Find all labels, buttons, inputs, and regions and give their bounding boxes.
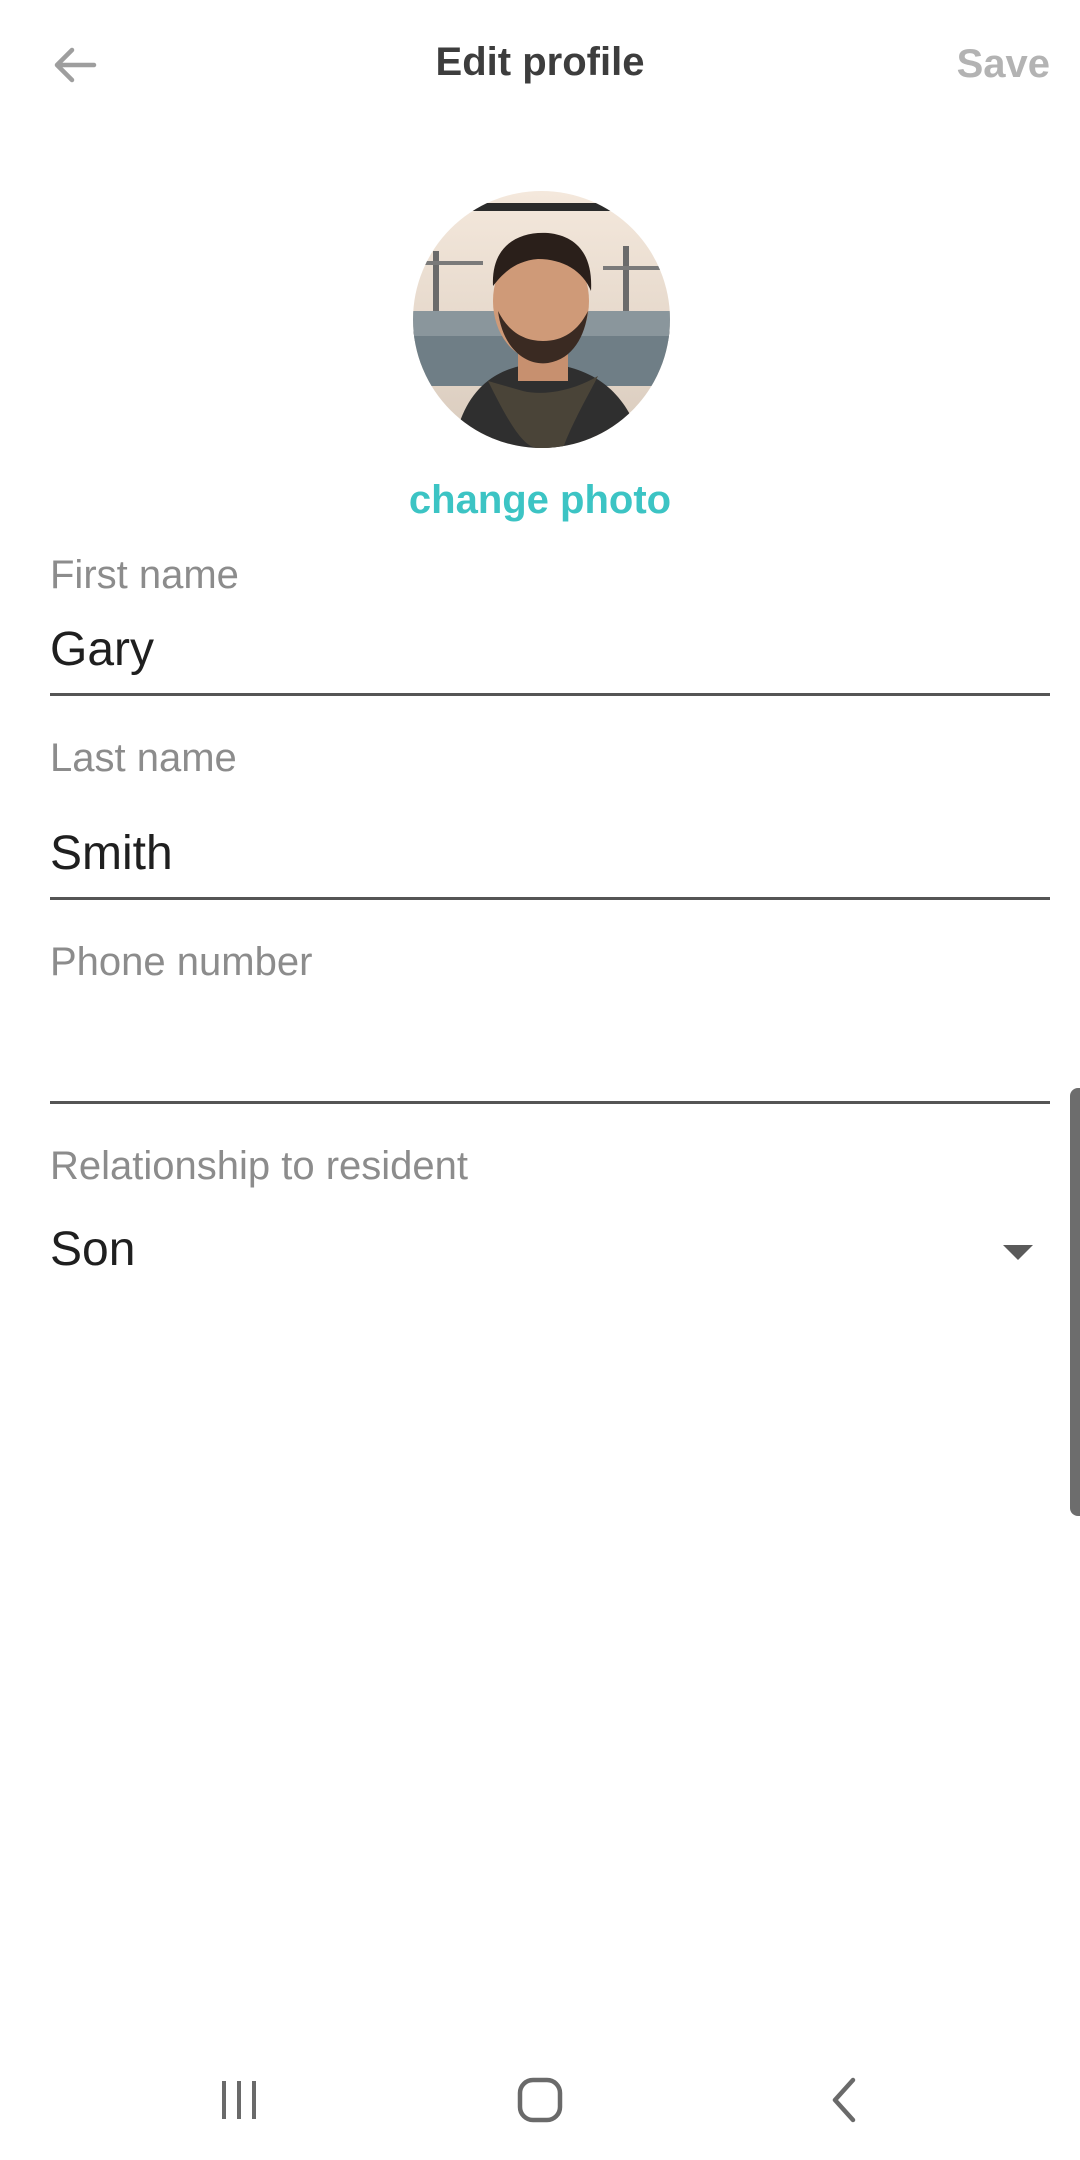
first-name-input[interactable] [50, 606, 1050, 696]
dropdown-arrow-icon [1003, 1245, 1033, 1260]
phone-number-label: Phone number [50, 940, 313, 984]
relationship-label: Relationship to resident [50, 1144, 469, 1188]
scrollbar[interactable] [1070, 1088, 1080, 1516]
save-button[interactable]: Save [957, 42, 1050, 87]
relationship-value: Son [50, 1223, 136, 1276]
nav-back-icon [832, 2077, 856, 2123]
relationship-select[interactable] [30, 1200, 1060, 1300]
last-name-input[interactable] [50, 810, 1050, 900]
last-name-label: Last name [50, 736, 237, 780]
phone-number-input[interactable] [50, 1014, 1050, 1104]
home-icon [517, 2077, 563, 2123]
recents-button[interactable] [209, 2070, 269, 2130]
avatar[interactable] [413, 191, 670, 448]
recents-icon [222, 2081, 256, 2119]
page-title: Edit profile [435, 40, 645, 84]
first-name-label: First name [50, 553, 239, 597]
nav-back-button[interactable] [815, 2070, 875, 2130]
profile-photo [413, 191, 670, 448]
change-photo-button[interactable]: change photo [0, 478, 1080, 523]
home-button[interactable] [510, 2070, 570, 2130]
app-bar: Edit profile Save [0, 0, 1080, 135]
